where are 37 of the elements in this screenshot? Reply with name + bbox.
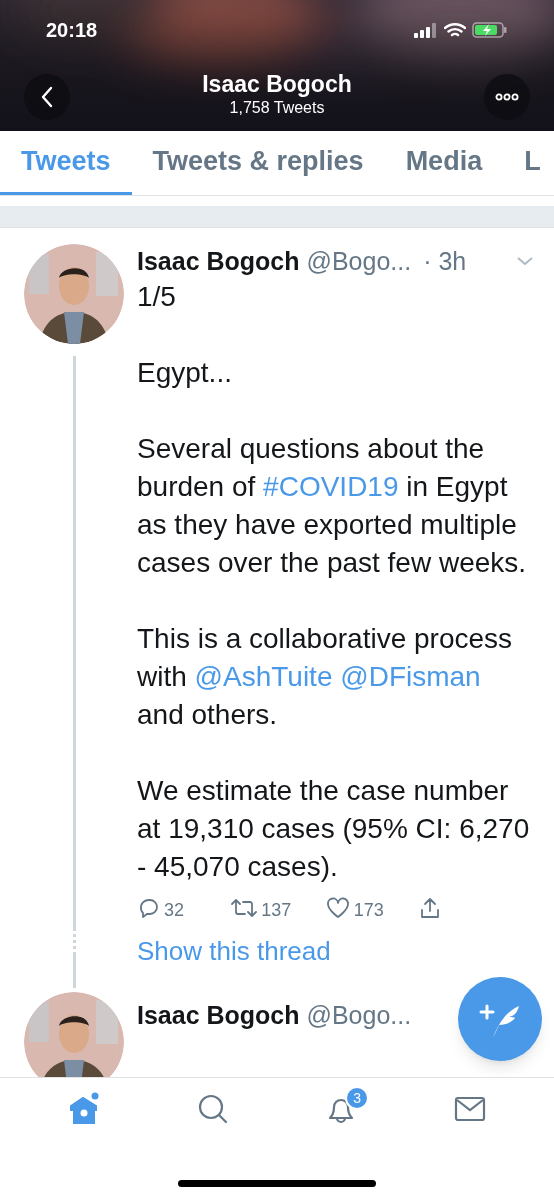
wifi-icon <box>444 22 466 38</box>
battery-charging-icon <box>472 22 508 38</box>
retweet-action[interactable]: 137 <box>230 896 292 920</box>
profile-tab[interactable]: L <box>503 131 554 195</box>
profile-name: Isaac Bogoch <box>202 70 352 98</box>
tweet-text: Egypt... <box>137 356 233 390</box>
mention-link[interactable]: @AshTuite <box>194 661 333 692</box>
retweet-icon <box>230 896 259 920</box>
show-thread-link[interactable]: Show this thread <box>137 934 331 968</box>
like-action[interactable]: 173 <box>324 896 385 920</box>
search-icon <box>196 1093 229 1125</box>
tweet-text: This is a collaborative process with @AshTuite @DFisman and others. <box>137 622 514 732</box>
profile-tab[interactable]: Tweets <box>0 131 132 195</box>
author-handle: @Bogo... <box>306 1000 412 1031</box>
heart-icon <box>324 896 351 920</box>
tweet-text: We estimate the case number at 19,310 cases (95% CI: 6,270 - 45,070 cases). <box>137 774 531 884</box>
tweet-time: · 3h <box>423 246 467 277</box>
share-icon <box>418 896 442 920</box>
author-handle: @Bogo... <box>306 246 412 277</box>
author-name: Isaac Bogoch <box>137 246 300 277</box>
tweet-text: Several questions about the burden of #COVID19 in Egypt as they have exported multiple cases over the past few weeks. <box>137 432 528 580</box>
tweet-text: 1/5 <box>137 280 177 314</box>
signal-icon <box>414 22 438 38</box>
author-name: Isaac Bogoch <box>137 1000 300 1031</box>
status-time: 20:18 <box>46 18 98 43</box>
notifications-tab[interactable]: 3 <box>311 1084 372 1134</box>
profile-tab[interactable]: Media <box>384 131 504 195</box>
speech-bubble-icon <box>137 896 161 920</box>
tweet-count: 1,758 Tweets <box>229 98 325 118</box>
profile-tab[interactable]: Tweets & replies <box>131 131 385 195</box>
hashtag-link[interactable]: #COVID19 <box>263 471 399 502</box>
reply-action[interactable]: 32 <box>137 896 197 920</box>
more-icon <box>495 93 519 101</box>
notification-badge: 3 <box>345 1086 370 1110</box>
back-icon <box>40 86 54 108</box>
envelope-icon <box>453 1095 486 1123</box>
mention-link[interactable]: @DFisman <box>340 661 481 692</box>
